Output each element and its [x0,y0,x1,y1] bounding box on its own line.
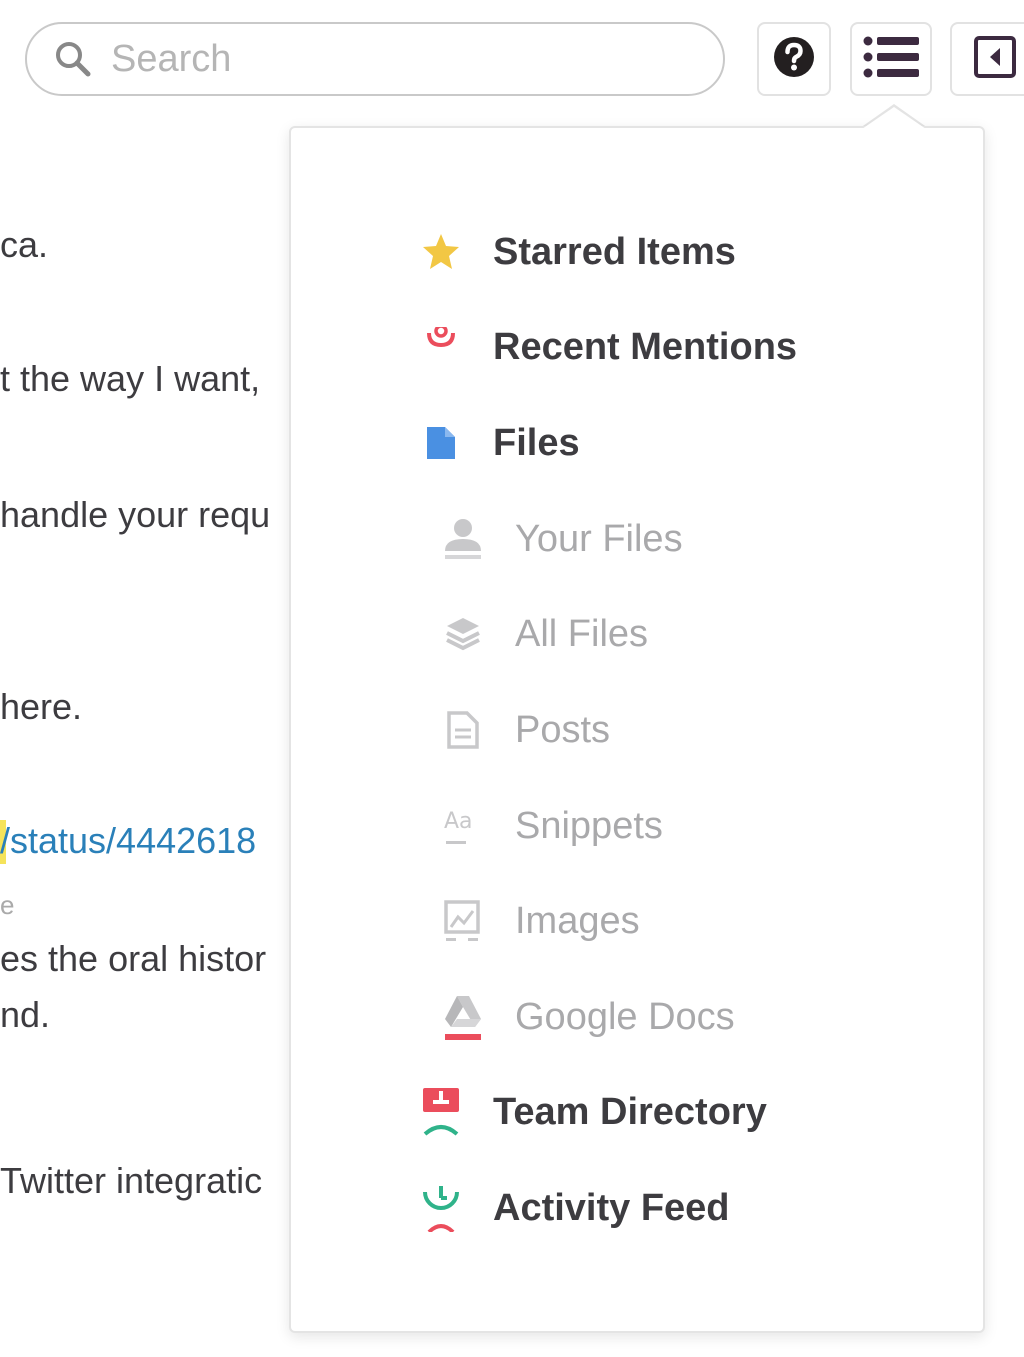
message-text: ca. [0,224,49,265]
help-button[interactable] [757,22,831,96]
message-text: handle your requ [0,494,271,535]
menu-item-label: Snippets [515,804,663,847]
menu-item-label: Recent Mentions [493,325,798,368]
menu-item-label: All Files [515,612,649,655]
search-input[interactable] [109,36,673,82]
menu-item-recent-mentions[interactable]: Recent Mentions [421,325,797,369]
menu-item-label: Activity Feed [493,1186,730,1229]
question-circle-icon [772,35,816,84]
menu-item-label: Files [493,421,580,464]
message-text: Twitter integratic [0,1160,263,1201]
menu-item-google-docs[interactable]: Google Docs [443,995,735,1040]
menu-item-files[interactable]: Files [421,421,580,465]
menu-item-starred-items[interactable]: Starred Items [421,230,736,274]
menu-item-label: Posts [515,708,611,751]
menu-item-label: Images [515,899,640,942]
menu-item-images[interactable]: Images [443,899,640,943]
app-page: ca. t the way I want, handle your requ h… [0,0,1024,1357]
menu-item-posts[interactable]: Posts [443,708,610,752]
search-bar[interactable] [25,22,725,96]
flexpane-menu-button[interactable] [850,22,932,96]
message-text: here. [0,686,83,727]
attachment-meta: e [0,890,15,920]
star-icon [421,230,461,274]
text-aa-icon: Aa [443,804,483,848]
menu-item-snippets[interactable]: Aa Snippets [443,804,663,848]
message-text: t the way I want, [0,358,261,399]
menu-item-your-files[interactable]: Your Files [443,517,683,561]
menu-item-label: Google Docs [515,995,735,1038]
layers-icon [443,612,483,656]
directory-icon [421,1088,461,1136]
menu-item-label: Your Files [515,517,683,560]
sidebar-toggle-icon [973,35,1017,84]
flexpane-menu: Starred Items Recent Mentions Files Your… [289,107,985,1333]
svg-text:Aa: Aa [444,809,473,834]
image-icon [443,899,483,943]
search-icon [53,39,93,79]
menu-pointer-fill [862,107,926,129]
user-icon [443,517,483,561]
document-icon [443,708,483,752]
google-drive-icon [443,995,483,1040]
menu-item-label: Starred Items [493,230,736,273]
menu-item-label: Team Directory [493,1090,767,1133]
menu-item-team-directory[interactable]: Team Directory [421,1088,767,1136]
list-icon [863,35,919,84]
sidebar-toggle-button[interactable] [950,22,1024,96]
message-text: es the oral histor [0,938,267,979]
message-text: nd. [0,994,51,1035]
message-link[interactable]: /status/4442618 [0,820,256,862]
activity-clock-icon [421,1186,461,1232]
at-sign-icon [421,325,461,369]
file-icon [421,421,461,465]
menu-item-all-files[interactable]: All Files [443,612,648,656]
menu-item-activity-feed[interactable]: Activity Feed [421,1186,730,1232]
